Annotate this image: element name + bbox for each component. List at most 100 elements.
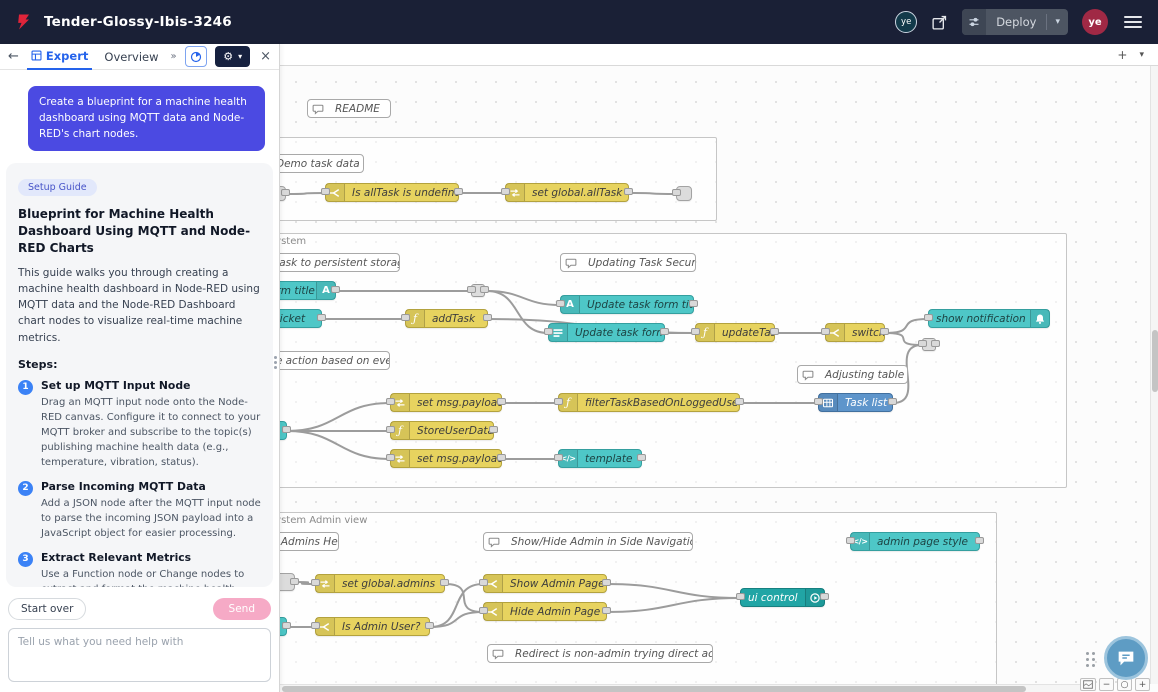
output-port[interactable] [282,622,291,629]
output-port[interactable] [317,314,326,321]
output-port[interactable] [497,454,506,461]
output-port[interactable] [425,622,434,629]
output-port[interactable] [282,426,291,433]
send-button[interactable]: Send [213,598,271,620]
output-port[interactable] [290,578,299,585]
add-flow-button[interactable]: + [1117,48,1127,62]
node-addtask[interactable]: ƒaddTask [405,309,488,328]
output-port[interactable] [888,398,897,405]
horizontal-scroll-thumb[interactable] [282,686,1026,692]
user-avatar[interactable]: ye [1082,9,1108,35]
assistant-chat-button[interactable] [1104,636,1148,680]
node-task-list[interactable]: Task list [818,393,893,412]
node-readme[interactable]: README [307,99,391,118]
node-updating-task-securely[interactable]: Updating Task Securely [560,253,696,272]
node-save-task-to-persistent-storage[interactable]: Save task to persistent storage [280,253,400,272]
assistant-drag-handle[interactable] [1086,652,1095,667]
input-port[interactable] [401,314,410,321]
flow-list-caret-icon[interactable]: ▾ [1139,50,1144,60]
flowfuse-logo-icon[interactable] [14,12,34,32]
more-tabs-icon[interactable]: » [171,51,177,62]
node-ui-control[interactable]: ui control [740,588,825,607]
input-port[interactable] [814,398,823,405]
node-add-admins-here[interactable]: Add Admins Here [280,532,339,551]
input-port[interactable] [467,286,476,293]
output-port[interactable] [880,328,889,335]
deploy-button[interactable]: Deploy ▾ [962,9,1068,35]
node-show-admin-page[interactable]: Show Admin Page [483,574,607,593]
node-show-hide-admin-in-side-navigation[interactable]: Show/Hide Admin in Side Navigation [483,532,693,551]
assistant-input[interactable] [8,628,271,682]
node-set-msg-payload[interactable]: set msg.payload [390,393,502,412]
node-gray[interactable] [280,573,295,591]
input-port[interactable] [321,188,330,195]
output-port[interactable] [331,286,340,293]
output-port[interactable] [624,188,633,195]
output-port[interactable] [637,454,646,461]
node-filtertaskbasedonloggeduser[interactable]: ƒfilterTaskBasedOnLoggedUser [558,393,740,412]
node-updatetask[interactable]: ƒupdateTask [695,323,775,342]
node-demo-task-data[interactable]: Demo task data [280,154,364,173]
flow-canvas[interactable]: − ○ + Tasks systemTasks system Admin vie… [280,66,1158,692]
node-edit-ticket[interactable]: Edit ticket [280,309,322,328]
input-port[interactable] [672,189,681,196]
node-show-notification[interactable]: show notification [928,309,1050,328]
output-port[interactable] [602,579,611,586]
node-tasks[interactable]: tasks [280,421,287,440]
output-port[interactable] [602,607,611,614]
tab-overview[interactable]: Overview [100,44,162,70]
input-port[interactable] [846,537,855,544]
input-port[interactable] [501,188,510,195]
open-in-editor-icon[interactable] [931,14,948,31]
input-port[interactable] [556,300,565,307]
node-set-global-admins[interactable]: set global.admins [315,574,445,593]
output-port[interactable] [770,328,779,335]
output-port[interactable] [440,579,449,586]
output-port[interactable] [931,340,940,347]
node-set-msg-payload[interactable]: set msg.payload [390,449,502,468]
input-port[interactable] [736,593,745,600]
node-adjusting-table[interactable]: Adjusting table [797,365,908,384]
output-port[interactable] [454,188,463,195]
horizontal-scrollbar[interactable] [280,684,1080,692]
menu-icon[interactable] [1122,14,1144,30]
node-junction[interactable] [922,338,936,351]
output-port[interactable] [820,593,829,600]
input-port[interactable] [554,454,563,461]
input-port[interactable] [918,340,927,347]
output-port[interactable] [689,300,698,307]
output-port[interactable] [660,328,669,335]
node-set-global-alltask[interactable]: set global.allTask [505,183,629,202]
chart-view-button[interactable] [185,46,208,67]
input-port[interactable] [386,454,395,461]
node-switch[interactable]: switch [825,323,885,342]
input-port[interactable] [554,398,563,405]
node-update-form-title[interactable]: AUpdate form title [280,281,336,300]
output-port[interactable] [735,398,744,405]
input-port[interactable] [544,328,553,335]
input-port[interactable] [311,622,320,629]
vertical-scrollbar[interactable] [1150,66,1158,684]
node-admin-page-style[interactable]: </>admin page style [850,532,980,551]
output-port[interactable] [480,286,489,293]
node-take-action-based-on-event[interactable]: Take action based on event [280,351,390,370]
back-arrow-icon[interactable]: ← [8,49,19,64]
output-port[interactable] [483,314,492,321]
node-storeuserdata[interactable]: ƒStoreUserData [390,421,494,440]
zoom-out-button[interactable]: − [1099,678,1114,691]
node-redirect-is-non-admin-trying-direct-access[interactable]: Redirect is non-admin trying direct acce… [487,644,713,663]
input-port[interactable] [821,328,830,335]
output-port[interactable] [489,426,498,433]
input-port[interactable] [386,426,395,433]
node-is-alltask-is-undefined[interactable]: Is allTask is undefined [325,183,459,202]
output-port[interactable] [975,537,984,544]
zoom-in-button[interactable]: + [1135,678,1150,691]
close-icon[interactable]: × [260,49,271,64]
output-port[interactable] [497,398,506,405]
settings-dropdown-button[interactable]: ⚙ ▾ [215,46,250,67]
input-port[interactable] [924,314,933,321]
node-junction[interactable] [471,284,485,297]
node-is-admin-user[interactable]: Is Admin User? [315,617,430,636]
node-update-task-form[interactable]: Update task form [548,323,665,342]
input-port[interactable] [311,579,320,586]
